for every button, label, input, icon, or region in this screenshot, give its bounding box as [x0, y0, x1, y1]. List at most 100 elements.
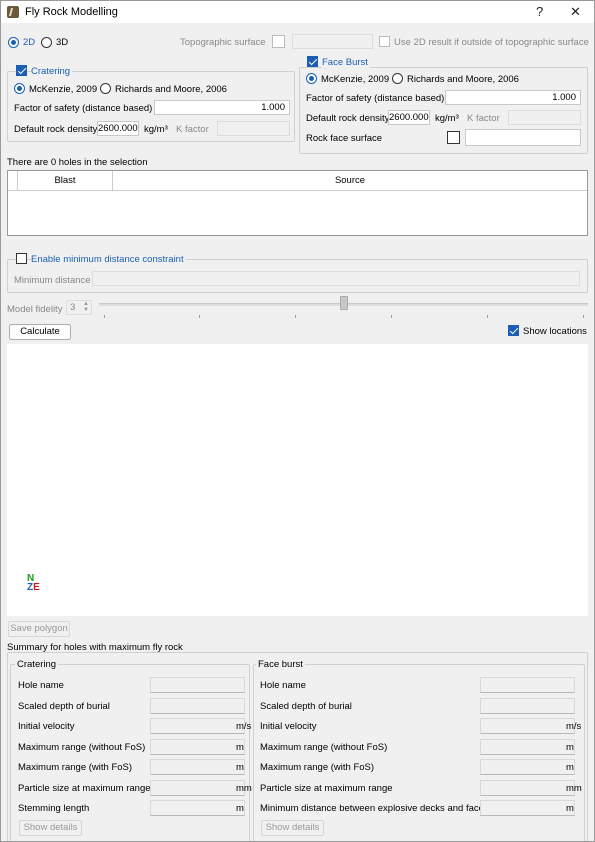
topo-surface-checkbox[interactable]	[272, 35, 285, 48]
radio-3d-label: 3D	[56, 37, 69, 48]
fly-rock-window: Fly Rock Modelling ? ✕ 2D 3D Topographic…	[0, 0, 595, 842]
holes-table: Blast Source	[7, 170, 588, 236]
faceburst-summary-row-value	[480, 677, 575, 693]
cratering-summary-row-label: Particle size at maximum range	[18, 782, 151, 794]
radio-2d[interactable]	[8, 37, 19, 48]
slider-tick	[487, 315, 488, 318]
summary-cratering-title: Cratering	[15, 659, 59, 670]
faceburst-summary-row-label: Minimum distance between explosive decks…	[260, 803, 484, 814]
faceburst-density-input[interactable]: 2600.000	[388, 110, 430, 125]
cratering-kfactor-input[interactable]	[217, 121, 290, 136]
slider-tick	[199, 315, 200, 318]
cratering-summary-row-unit: m	[236, 762, 244, 773]
help-button[interactable]: ?	[536, 4, 543, 19]
slider-tick	[583, 315, 584, 318]
compass-axes-icon: N ZE	[27, 574, 40, 593]
cratering-density-input[interactable]: 2600.000	[97, 121, 139, 136]
cratering-summary-row-value	[150, 718, 245, 734]
faceburst-fos-label: Factor of safety (distance based)	[306, 93, 445, 104]
use-2d-label: Use 2D result if outside of topographic …	[394, 37, 589, 48]
summary-faceburst-title: Face burst	[256, 659, 305, 670]
cratering-fos-input[interactable]: 1.000	[154, 100, 290, 115]
cratering-summary-row-unit: m/s	[236, 721, 252, 732]
faceburst-summary-row-unit: m	[566, 803, 574, 814]
mindist-enable-label: Enable minimum distance constraint	[31, 254, 186, 265]
cratering-summary-row-unit: mm	[236, 782, 252, 794]
cratering-summary-row-value	[150, 677, 245, 693]
col-blast-header[interactable]: Blast	[18, 171, 113, 191]
slider-tick	[391, 315, 392, 318]
table-corner	[8, 171, 18, 191]
faceburst-kfactor-label: K factor	[467, 113, 500, 124]
cratering-summary-row-label: Initial velocity	[18, 721, 75, 732]
main-panel: 2D 3D Topographic surface Use 2D result …	[1, 23, 594, 841]
title-bar: Fly Rock Modelling ? ✕	[1, 1, 594, 23]
faceburst-show-details-button[interactable]: Show details	[261, 820, 324, 836]
save-polygon-button[interactable]: Save polygon	[8, 621, 70, 637]
col-source-header[interactable]: Source	[113, 171, 587, 191]
spin-arrows-icon[interactable]: ▲ ▼	[83, 301, 89, 313]
use-2d-checkbox[interactable]	[379, 36, 390, 47]
rockface-surface-field[interactable]	[465, 129, 581, 146]
faceburst-fos-input[interactable]: 1.000	[445, 90, 581, 105]
show-locations-checkbox[interactable]	[508, 325, 519, 336]
calculate-button[interactable]: Calculate	[9, 324, 71, 340]
faceburst-summary-row-unit: m/s	[566, 721, 582, 732]
cratering-summary-row-value	[150, 697, 245, 714]
faceburst-summary-row-value	[480, 718, 575, 734]
window-title: Fly Rock Modelling	[25, 6, 118, 18]
faceburst-summary-row-label: Scaled depth of burial	[260, 700, 352, 712]
cratering-richards-label: Richards and Moore, 2006	[115, 84, 227, 95]
cratering-summary-row-value	[150, 738, 245, 755]
radio-2d-label: 2D	[23, 37, 36, 48]
cratering-show-details-button[interactable]: Show details	[19, 820, 82, 836]
app-icon	[7, 6, 19, 18]
fidelity-spinbox[interactable]: 3 ▲ ▼	[66, 300, 92, 315]
rockface-surface-label: Rock face surface	[306, 133, 383, 144]
faceburst-summary-row-label: Maximum range (without FoS)	[260, 741, 388, 753]
faceburst-summary-row-label: Maximum range (with FoS)	[260, 762, 375, 773]
faceburst-summary-row-value	[480, 779, 575, 796]
cratering-checkbox[interactable]	[16, 65, 27, 76]
fidelity-value: 3	[70, 302, 76, 313]
faceburst-richards-radio[interactable]	[392, 73, 403, 84]
faceburst-summary-row-value	[480, 800, 575, 816]
faceburst-richards-label: Richards and Moore, 2006	[407, 74, 519, 85]
faceburst-summary-row-unit: m	[566, 741, 574, 753]
cratering-summary-row-unit: m	[236, 803, 244, 814]
cratering-summary-row-label: Maximum range (without FoS)	[18, 741, 146, 753]
fidelity-label: Model fidelity	[7, 304, 63, 315]
cratering-fos-label: Factor of safety (distance based)	[14, 103, 153, 114]
radio-3d[interactable]	[41, 37, 52, 48]
cratering-mckenzie-radio[interactable]	[14, 83, 25, 94]
cratering-summary-row-value	[150, 779, 245, 796]
topo-surface-field[interactable]	[292, 34, 373, 49]
faceburst-kfactor-input[interactable]	[508, 110, 581, 125]
faceburst-summary-row-label: Particle size at maximum range	[260, 782, 393, 794]
cratering-richards-radio[interactable]	[100, 83, 111, 94]
slider-tick	[104, 315, 105, 318]
faceburst-mckenzie-label: McKenzie, 2009	[321, 74, 390, 85]
faceburst-summary-row-unit: m	[566, 762, 574, 773]
faceburst-summary-row-label: Initial velocity	[260, 721, 317, 732]
rockface-surface-checkbox[interactable]	[447, 131, 460, 144]
mindist-input[interactable]	[92, 271, 580, 286]
cratering-density-label: Default rock density	[14, 124, 98, 135]
mindist-checkbox[interactable]	[16, 253, 27, 264]
mindist-label: Minimum distance	[14, 275, 91, 286]
slider-tick	[295, 315, 296, 318]
visualization-canvas[interactable]: N ZE	[7, 344, 588, 616]
cratering-summary-row-value	[150, 800, 245, 816]
cratering-title: Cratering	[31, 66, 73, 77]
faceburst-mckenzie-radio[interactable]	[306, 73, 317, 84]
faceburst-summary-row-value	[480, 738, 575, 755]
cratering-kfactor-label: K factor	[176, 124, 209, 135]
faceburst-summary-row-unit: mm	[566, 782, 582, 794]
faceburst-density-unit: kg/m³	[435, 113, 459, 124]
fidelity-slider-thumb[interactable]	[339, 296, 348, 310]
close-icon[interactable]: ✕	[570, 4, 581, 20]
faceburst-checkbox[interactable]	[307, 56, 318, 67]
cratering-mckenzie-label: McKenzie, 2009	[29, 84, 98, 95]
faceburst-title: Face Burst	[322, 57, 370, 68]
faceburst-summary-row-value	[480, 759, 575, 775]
